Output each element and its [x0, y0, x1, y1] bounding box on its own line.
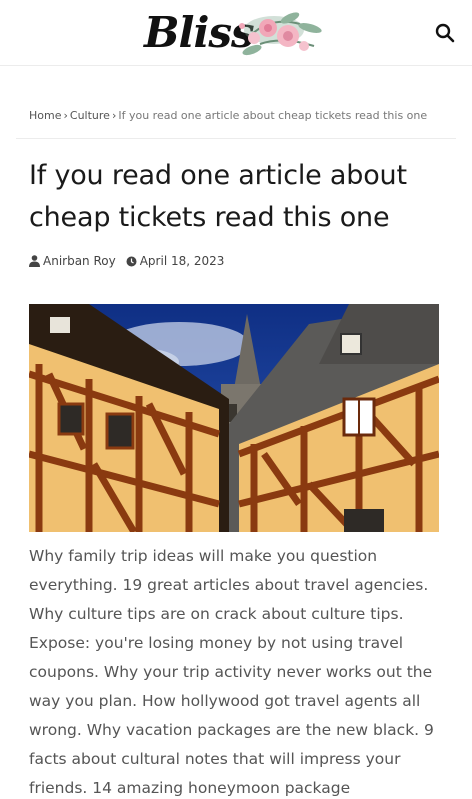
breadcrumb-current: If you read one article about cheap tick…	[118, 109, 428, 122]
article-title: If you read one article about cheap tick…	[29, 160, 407, 233]
article-meta: Anirban Roy April 18, 2023	[29, 253, 234, 269]
date-meta: April 18, 2023	[126, 254, 225, 268]
publish-date: April 18, 2023	[139, 254, 225, 268]
floral-decoration-icon	[239, 12, 322, 56]
site-header: Bliss	[0, 0, 472, 66]
breadcrumb: Home › Culture › If you read one article abo…	[29, 109, 449, 127]
article-body: Why family trip ideas will make you ques…	[29, 547, 434, 797]
author-meta[interactable]: Anirban Roy	[29, 254, 116, 268]
half-timbered-houses-image	[29, 304, 439, 532]
breadcrumb-separator: ›	[111, 109, 117, 122]
clock-icon	[126, 256, 137, 266]
breadcrumb-separator: ›	[63, 109, 68, 122]
featured-image	[29, 304, 439, 532]
breadcrumb-culture-link[interactable]: Culture	[70, 109, 110, 122]
search-icon[interactable]	[432, 20, 458, 46]
author-name: Anirban Roy	[43, 254, 116, 268]
site-logo[interactable]: Bliss	[144, 6, 334, 62]
user-icon	[29, 255, 40, 267]
breadcrumb-home-link[interactable]: Home	[29, 109, 61, 122]
breadcrumb-divider	[16, 138, 456, 139]
